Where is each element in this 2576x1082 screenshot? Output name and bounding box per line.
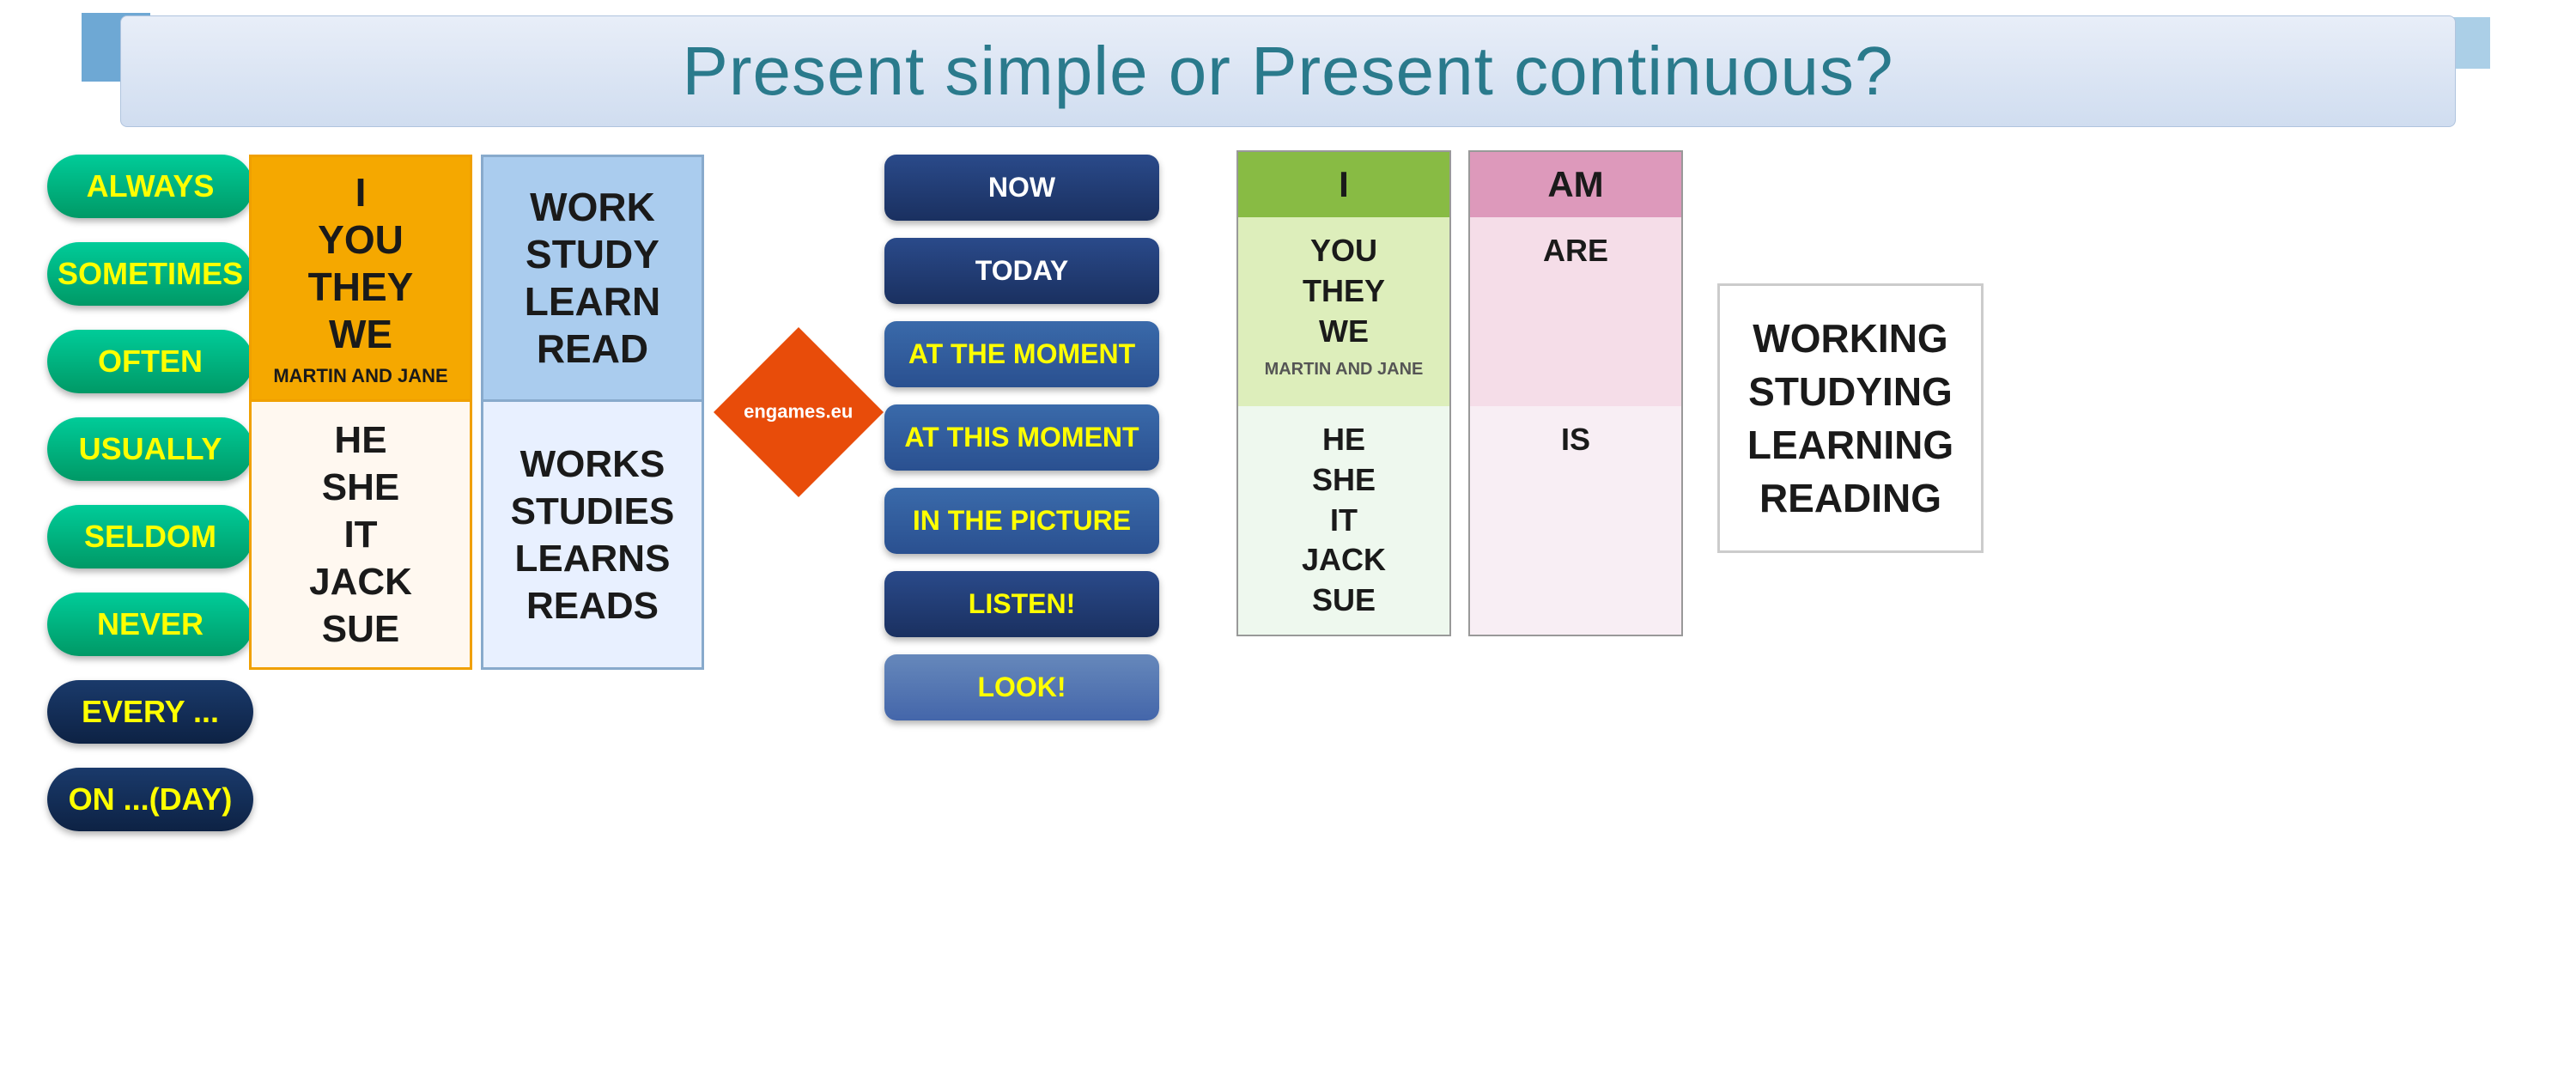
- cont-martin-jane: MARTIN AND JANE: [1247, 358, 1441, 380]
- verb-box-top: WORKSTUDYLEARNREAD: [483, 157, 702, 402]
- right-verbs-box: WORKINGSTUDYINGLEARNINGREADING: [1717, 283, 1984, 553]
- cont-subject-bottom-body: HESHEITJACKSUE: [1238, 406, 1449, 635]
- cont-aux-is: IS: [1470, 406, 1681, 635]
- adverb-never[interactable]: NEVER: [47, 593, 253, 656]
- cont-aux-col: AM ARE IS: [1468, 150, 1683, 636]
- adverb-always[interactable]: ALWAYS: [47, 155, 253, 218]
- diamond-container: engames.eu: [730, 343, 867, 481]
- time-in-the-picture[interactable]: IN THE PICTURE: [884, 488, 1159, 554]
- time-at-this-moment[interactable]: AT THIS MOMENT: [884, 404, 1159, 471]
- adverb-usually[interactable]: USUALLY: [47, 417, 253, 481]
- time-now[interactable]: NOW: [884, 155, 1159, 221]
- time-expressions-column: NOW TODAY AT THE MOMENT AT THIS MOMENT I…: [884, 155, 1159, 720]
- time-look[interactable]: LOOK!: [884, 654, 1159, 720]
- adverb-sometimes[interactable]: SOMETIMES: [47, 242, 253, 306]
- verb-box: WORKSTUDYLEARNREAD WORKSSTUDIESLEARNSREA…: [481, 155, 704, 670]
- verbs-top: WORKSTUDYLEARNREAD: [525, 184, 660, 374]
- cont-subject-header: I: [1238, 152, 1449, 217]
- continuous-table: I YOUTHEYWE MARTIN AND JANE HESHEITJACKS…: [1236, 150, 1683, 636]
- diamond-shape: engames.eu: [714, 327, 884, 497]
- subject-box: IYOUTHEYWE MARTIN AND JANE HESHEITJACKSU…: [249, 155, 472, 670]
- time-listen[interactable]: LISTEN!: [884, 571, 1159, 637]
- cont-subject-col: I YOUTHEYWE MARTIN AND JANE HESHEITJACKS…: [1236, 150, 1451, 636]
- subject-bottom-pronouns: HESHEITJACKSUE: [309, 416, 412, 653]
- cont-subject-top-body: YOUTHEYWE MARTIN AND JANE: [1238, 217, 1449, 406]
- time-today[interactable]: TODAY: [884, 238, 1159, 304]
- subject-box-bottom: HESHEITJACKSUE: [252, 402, 470, 667]
- page-title: Present simple or Present continuous?: [682, 33, 1893, 109]
- verbs-bottom: WORKSSTUDIESLEARNSREADS: [511, 441, 675, 629]
- subject-martin-jane: MARTIN AND JANE: [273, 365, 447, 387]
- subject-box-top: IYOUTHEYWE MARTIN AND JANE: [252, 157, 470, 402]
- diamond-text: engames.eu: [744, 401, 853, 423]
- adverb-on-day[interactable]: ON ...(DAY): [47, 768, 253, 831]
- adverb-seldom[interactable]: SELDOM: [47, 505, 253, 568]
- cont-aux-header: AM: [1470, 152, 1681, 217]
- adverb-often[interactable]: OFTEN: [47, 330, 253, 393]
- header-bar: Present simple or Present continuous?: [120, 15, 2456, 127]
- right-verbs-text: WORKINGSTUDYINGLEARNINGREADING: [1737, 312, 1964, 525]
- verb-box-bottom: WORKSSTUDIESLEARNSREADS: [483, 402, 702, 667]
- time-at-the-moment[interactable]: AT THE MOMENT: [884, 321, 1159, 387]
- cont-aux-are: ARE: [1470, 217, 1681, 406]
- adverbs-column: ALWAYS SOMETIMES OFTEN USUALLY SELDOM NE…: [47, 155, 253, 831]
- subject-top-pronouns: IYOUTHEYWE: [308, 169, 414, 359]
- adverb-every[interactable]: EVERY ...: [47, 680, 253, 744]
